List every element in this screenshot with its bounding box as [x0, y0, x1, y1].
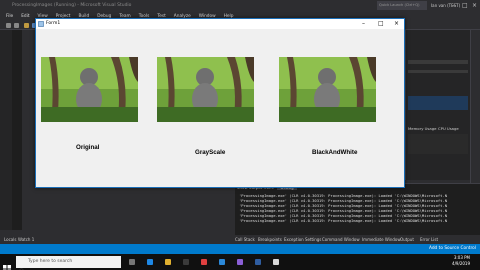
bottom-tool-tabs: Locals Watch 1 Call Stack Breakpoints Except…	[0, 236, 480, 244]
vs-close-icon[interactable]: ×	[472, 0, 477, 12]
file-explorer-icon[interactable]	[165, 259, 171, 265]
menu-item-edit[interactable]: Edit	[21, 12, 29, 21]
vs-title-bar: ProcessingImages (Running) - Microsoft V…	[0, 0, 480, 12]
form-app-icon[interactable]	[273, 259, 279, 265]
form-icon	[38, 21, 44, 27]
form1-window: Form1 – □ × Original GrayScale BlackAndW…	[35, 18, 405, 188]
bottom-tab-error-list[interactable]: Error List	[420, 236, 438, 244]
menu-item-file[interactable]: File	[6, 12, 13, 21]
app-icon[interactable]	[201, 259, 207, 265]
task-view-icon[interactable]	[129, 259, 135, 265]
form1-title-bar: Form1 – □ ×	[36, 19, 404, 29]
form-minimize-icon[interactable]: –	[362, 19, 365, 29]
mail-icon[interactable]	[219, 259, 225, 265]
visual-studio-icon[interactable]	[237, 259, 243, 265]
bottom-tab-call-stack[interactable]: Call Stack	[235, 236, 255, 244]
search-icon	[19, 259, 25, 270]
back-icon[interactable]	[6, 23, 11, 28]
form-maximize-icon[interactable]: □	[378, 19, 384, 29]
new-project-icon[interactable]	[24, 23, 29, 28]
grayscale-label: GrayScale	[195, 149, 226, 156]
diagnostic-tools-panel: Memory Usage CPU Usage	[405, 30, 480, 180]
vs-minimize-icon[interactable]: –	[452, 0, 455, 12]
original-picturebox	[41, 57, 138, 122]
server-explorer-strip[interactable]	[0, 30, 12, 230]
blackandwhite-label: BlackAndWhite	[312, 149, 358, 156]
bottom-tab-command-window[interactable]: Command Window	[322, 236, 360, 244]
forward-icon[interactable]	[14, 23, 19, 28]
edge-icon[interactable]	[147, 259, 153, 265]
status-bar: Add to Source Control	[0, 244, 480, 254]
output-pane: Show output from: Debug 'ProcessingImage…	[235, 183, 480, 235]
grayscale-picturebox	[157, 57, 254, 122]
user-name[interactable]: Ian van (TEST)	[431, 0, 460, 12]
output-text: 'ProcessingImage.exe' (CLR v4.0.30319: P…	[239, 193, 447, 223]
editor-area[interactable]	[12, 30, 22, 230]
memory-usage-tab[interactable]: Memory Usage	[408, 126, 436, 131]
form1-title: Form1	[46, 21, 61, 26]
bottom-tab-locals[interactable]: Locals	[4, 236, 16, 244]
store-icon[interactable]	[183, 259, 189, 265]
bottom-tab-breakpoints[interactable]: Breakpoints	[258, 236, 282, 244]
clock-date: 4/9/2019	[452, 261, 470, 266]
taskbar-app-icon[interactable]	[255, 259, 261, 265]
bottom-tab-exception-settings[interactable]: Exception Settings	[284, 236, 321, 244]
vs-maximize-icon[interactable]: □	[462, 0, 468, 12]
vs-window-title: ProcessingImages (Running) - Microsoft V…	[12, 3, 132, 8]
output-line: 'ProcessingImage.exe' (CLR v4.0.30319: P…	[239, 218, 448, 223]
windows-start-icon[interactable]	[3, 258, 11, 270]
bottom-tab-watch-1[interactable]: Watch 1	[18, 236, 34, 244]
blackandwhite-picturebox	[279, 57, 376, 122]
taskbar-search-input[interactable]: Type here to search	[16, 256, 121, 268]
add-source-control-button[interactable]: Add to Source Control	[429, 244, 476, 254]
bottom-tab-output[interactable]: Output	[400, 236, 414, 244]
form-close-icon[interactable]: ×	[394, 19, 399, 29]
original-label: Original	[76, 144, 100, 151]
taskbar-clock[interactable]: 3:03 PM 4/9/2019	[452, 255, 470, 267]
quick-launch-input[interactable]: Quick Launch (Ctrl+Q)	[377, 1, 427, 10]
bottom-tab-immediate-window[interactable]: Immediate Window	[362, 236, 401, 244]
cpu-usage-tab[interactable]: CPU Usage	[438, 126, 459, 131]
